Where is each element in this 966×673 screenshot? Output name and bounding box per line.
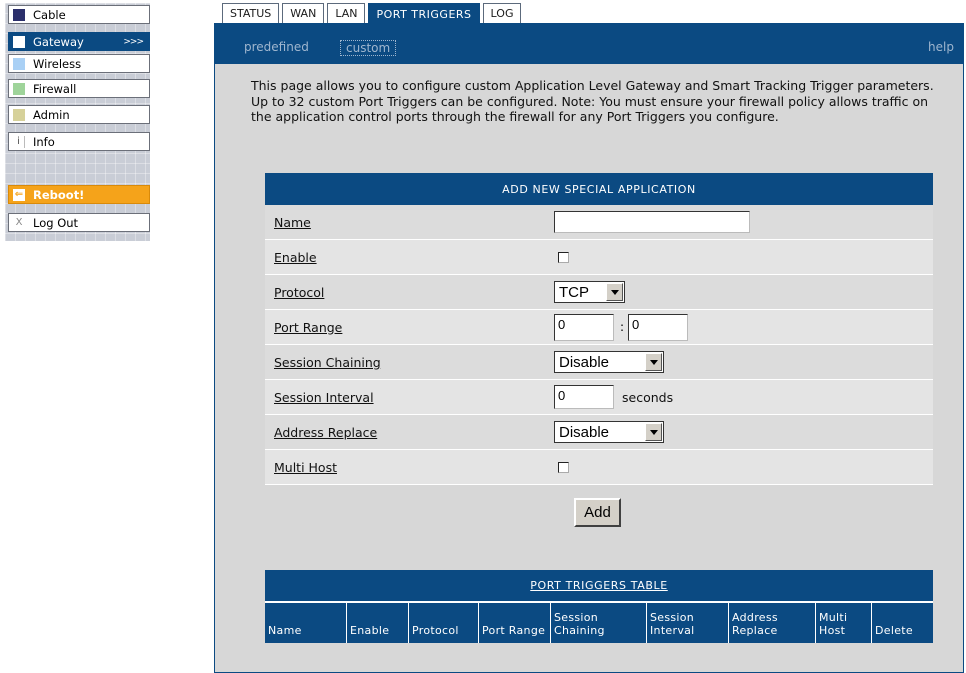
khaki-square-icon: [13, 108, 25, 121]
port-start-input[interactable]: 0: [554, 313, 614, 341]
sidebar: Cable Gateway >>> Wireless Firewall Admi…: [5, 3, 150, 241]
session-interval-label[interactable]: Session Interval: [265, 390, 554, 405]
name-input[interactable]: [554, 211, 750, 233]
name-label[interactable]: Name: [265, 215, 554, 230]
add-application-form: ADD NEW SPECIAL APPLICATION Name Enable …: [265, 173, 933, 485]
port-end-input[interactable]: 0: [628, 313, 689, 341]
col-header-session-interval: Session Interval: [647, 603, 729, 643]
expand-arrows-icon: >>>: [123, 36, 144, 47]
port-range-label[interactable]: Port Range: [265, 320, 554, 335]
green-square-icon: [13, 82, 25, 95]
port-triggers-table-title[interactable]: PORT TRIGGERS TABLE: [265, 570, 933, 601]
chevron-down-icon: [645, 353, 662, 371]
sidebar-item-label: Wireless: [33, 56, 82, 71]
reboot-label: Reboot!: [33, 187, 85, 202]
session-interval-row: Session Interval 0 seconds: [265, 380, 933, 415]
col-header-delete: Delete: [872, 603, 933, 643]
enable-label[interactable]: Enable: [265, 250, 554, 265]
port-triggers-table: PORT TRIGGERS TABLE Name Enable Protocol…: [265, 570, 933, 643]
seconds-unit: seconds: [622, 389, 674, 405]
col-header-address-replace: Address Replace: [729, 603, 816, 643]
main-panel: predefined custom help This page allows …: [214, 23, 964, 673]
dark-square-icon: [13, 8, 25, 21]
tab-wan[interactable]: WAN: [282, 3, 325, 23]
sidebar-item-label: Admin: [33, 107, 70, 122]
reboot-button[interactable]: ⇐ Reboot!: [8, 185, 150, 204]
sidebar-item-label: Cable: [33, 7, 66, 22]
logout-button[interactable]: X Log Out: [8, 213, 150, 232]
tab-status[interactable]: STATUS: [222, 3, 280, 23]
sidebar-item-label: Info: [33, 134, 55, 149]
sidebar-item-admin[interactable]: Admin: [8, 105, 150, 124]
col-header-port-range: Port Range: [479, 603, 551, 643]
sidebar-item-firewall[interactable]: Firewall: [8, 79, 150, 98]
top-tabs: STATUS WAN LAN PORT TRIGGERS LOG: [222, 3, 524, 24]
tab-lan[interactable]: LAN: [327, 3, 366, 23]
protocol-value: TCP: [559, 283, 589, 301]
sidebar-item-info[interactable]: i Info: [8, 132, 150, 151]
col-header-name: Name: [265, 603, 347, 643]
form-title: ADD NEW SPECIAL APPLICATION: [265, 173, 933, 205]
address-replace-label[interactable]: Address Replace: [265, 425, 554, 440]
light-blue-square-icon: [13, 57, 25, 70]
sidebar-item-cable[interactable]: Cable: [8, 5, 150, 24]
chevron-down-icon: [606, 283, 623, 301]
tab-log[interactable]: LOG: [482, 3, 522, 23]
info-icon: i: [13, 135, 25, 148]
session-chaining-value: Disable: [559, 353, 610, 371]
session-chaining-select[interactable]: Disable: [554, 351, 664, 373]
name-row: Name: [265, 205, 933, 240]
subnav-custom-link[interactable]: custom: [340, 40, 397, 56]
enable-row: Enable: [265, 240, 933, 275]
address-replace-value: Disable: [559, 423, 610, 441]
sidebar-item-wireless[interactable]: Wireless: [8, 54, 150, 73]
add-button[interactable]: Add: [574, 498, 621, 527]
sidebar-item-label: Firewall: [33, 81, 77, 96]
table-header-row: Name Enable Protocol Port Range Session …: [265, 601, 933, 643]
port-range-separator: :: [620, 320, 625, 334]
session-chaining-label[interactable]: Session Chaining: [265, 355, 554, 370]
col-header-protocol: Protocol: [409, 603, 479, 643]
port-range-row: Port Range 0 : 0: [265, 310, 933, 345]
multi-host-label[interactable]: Multi Host: [265, 460, 554, 475]
sub-navigation: predefined custom help: [215, 24, 963, 64]
enable-checkbox[interactable]: [558, 251, 569, 263]
session-chaining-row: Session Chaining Disable: [265, 345, 933, 380]
protocol-label[interactable]: Protocol: [265, 285, 554, 300]
address-replace-select[interactable]: Disable: [554, 421, 664, 443]
col-header-enable: Enable: [347, 603, 409, 643]
subnav-predefined-link[interactable]: predefined: [244, 40, 309, 54]
protocol-row: Protocol TCP: [265, 275, 933, 310]
multi-host-row: Multi Host: [265, 450, 933, 485]
white-square-icon: [13, 35, 25, 48]
col-header-session-chaining: Session Chaining: [551, 603, 647, 643]
close-x-icon: X: [15, 217, 23, 228]
chevron-down-icon: [645, 423, 662, 441]
reboot-arrow-icon: ⇐: [13, 188, 25, 201]
col-header-multi-host: Multi Host: [816, 603, 872, 643]
sidebar-item-gateway[interactable]: Gateway >>>: [8, 32, 150, 51]
address-replace-row: Address Replace Disable: [265, 415, 933, 450]
tab-port-triggers[interactable]: PORT TRIGGERS: [368, 3, 480, 24]
session-interval-input[interactable]: 0: [554, 385, 614, 409]
logout-label: Log Out: [33, 215, 79, 230]
help-link[interactable]: help: [928, 40, 954, 54]
sidebar-item-label: Gateway: [33, 34, 84, 49]
multi-host-checkbox[interactable]: [558, 461, 569, 473]
intro-text: This page allows you to configure custom…: [251, 78, 934, 124]
protocol-select[interactable]: TCP: [554, 281, 625, 303]
